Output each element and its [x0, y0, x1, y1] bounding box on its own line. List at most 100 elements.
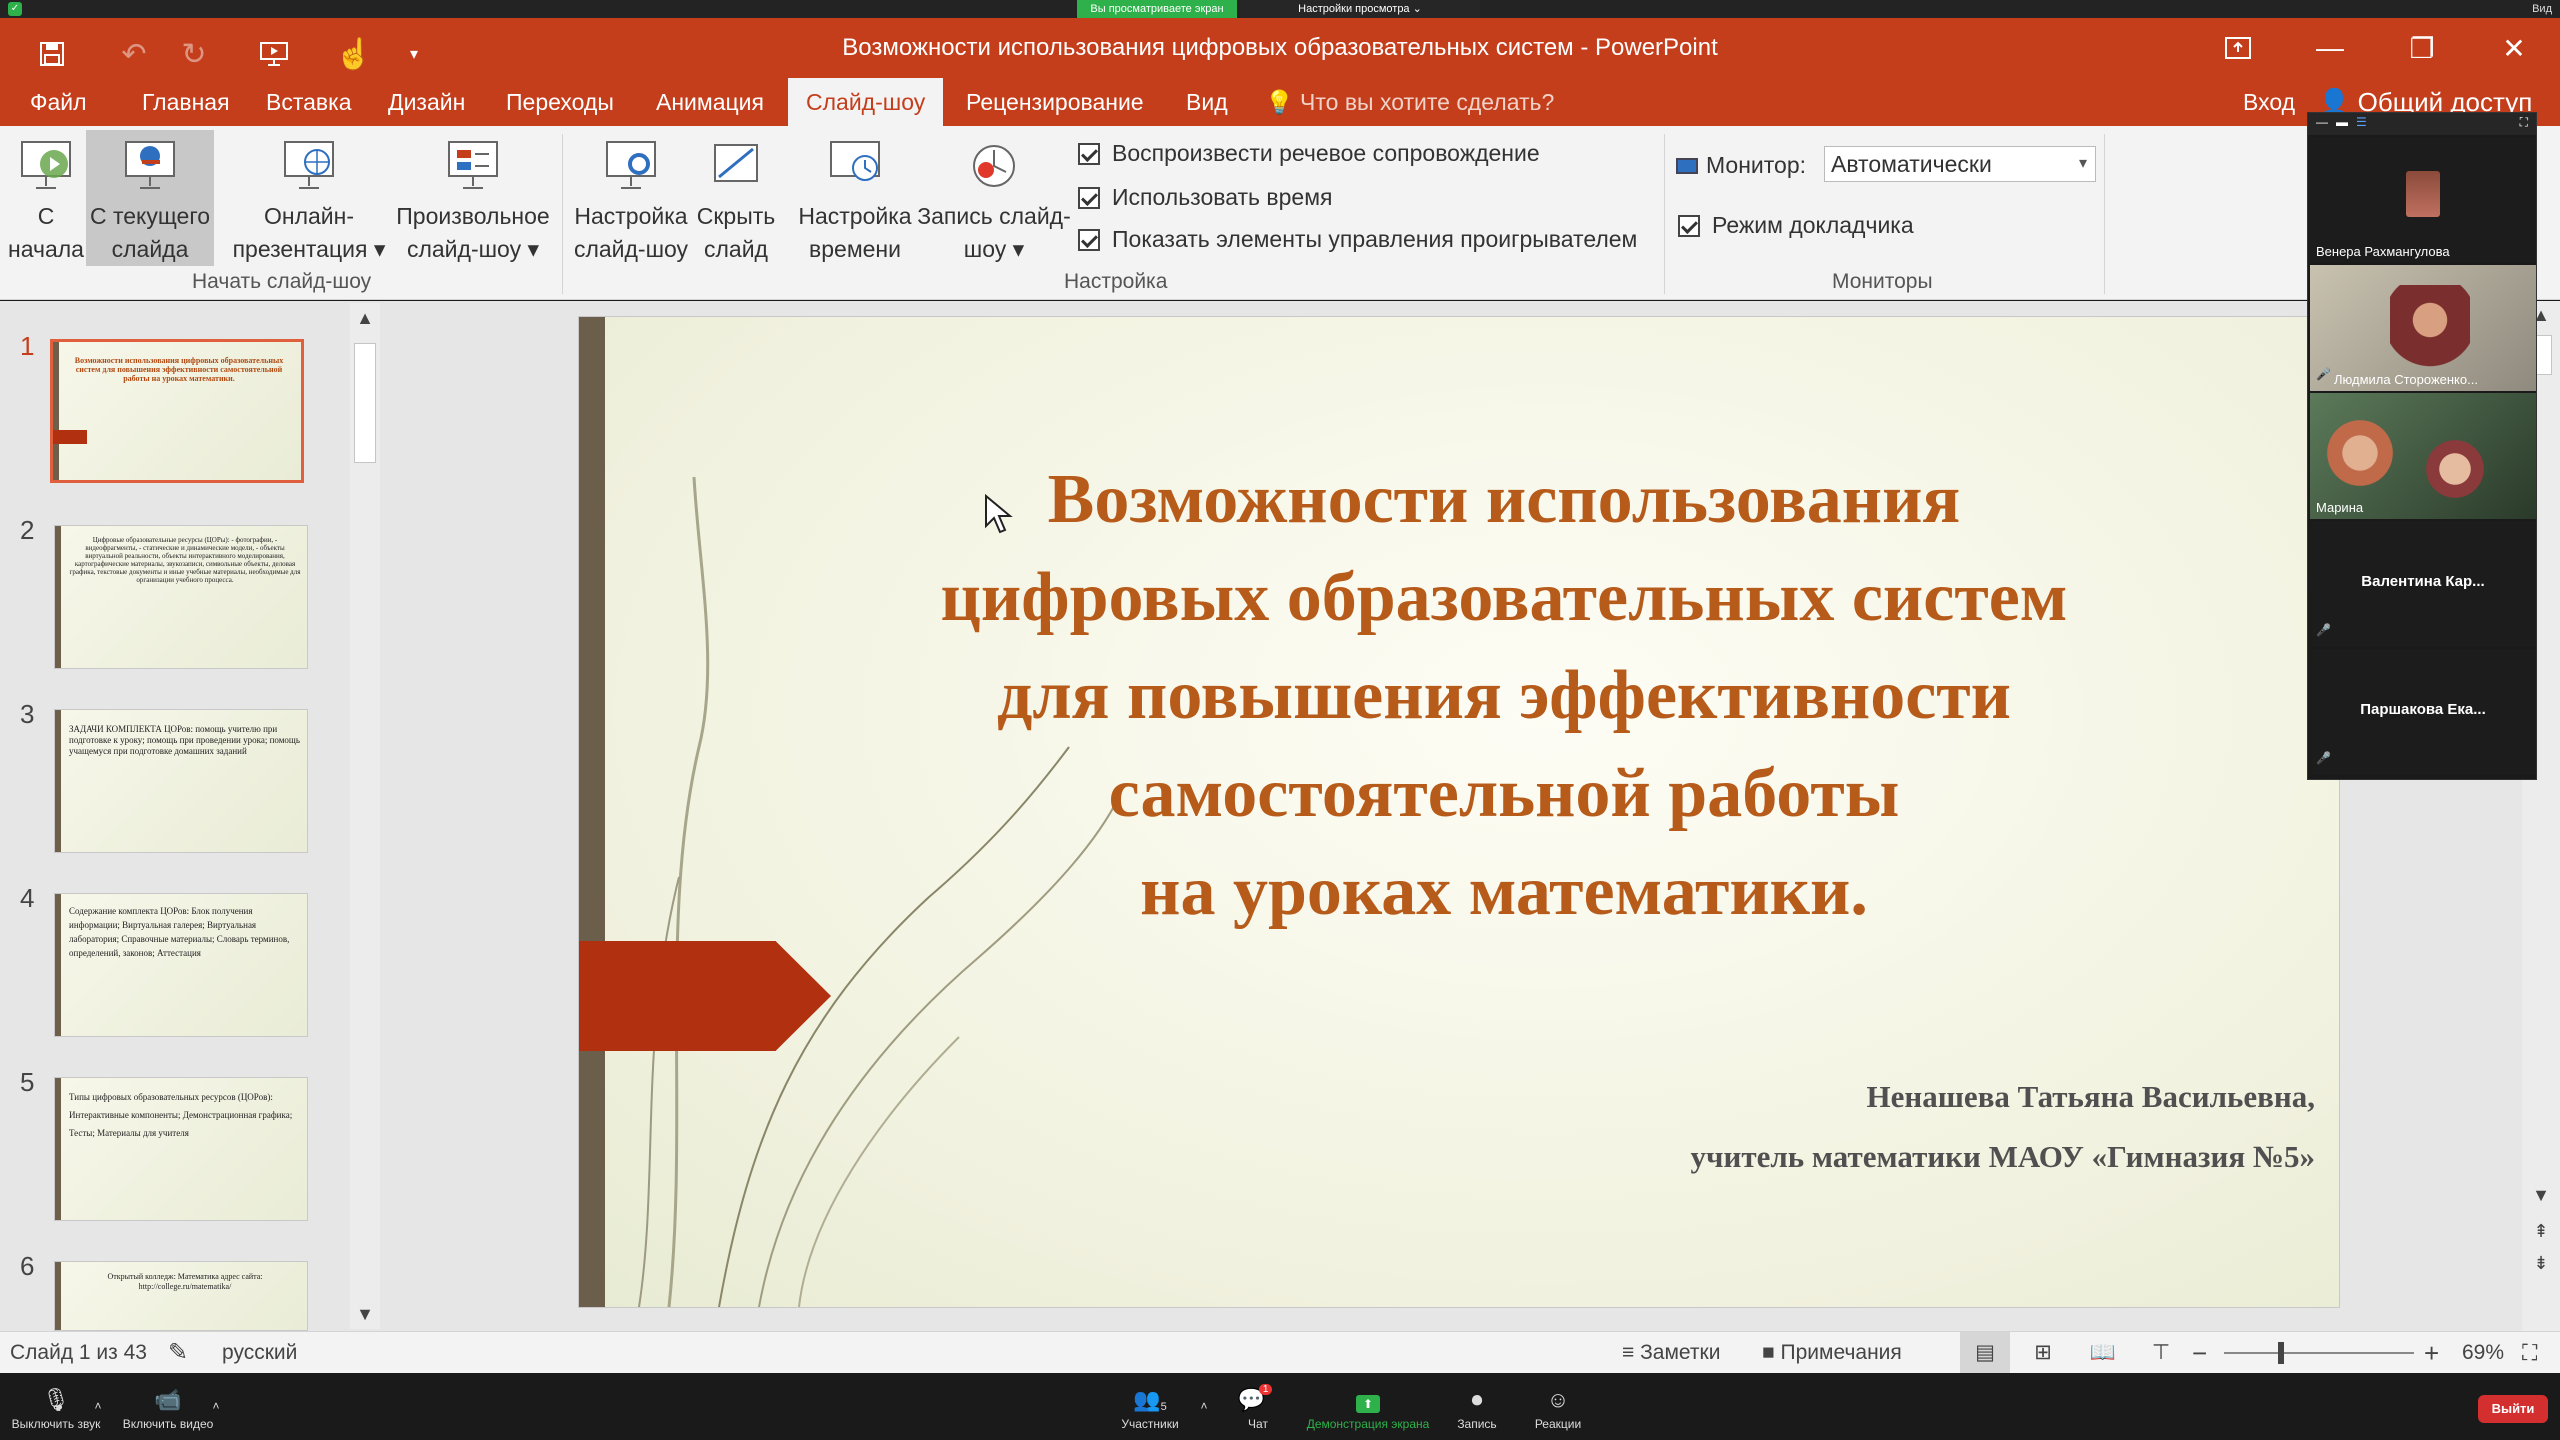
- record-slideshow-button[interactable]: Запись слайд- шоу ▾: [914, 130, 1074, 266]
- tab-home[interactable]: Главная: [124, 78, 248, 126]
- custom-slideshow-button[interactable]: Произвольное слайд-шоу ▾: [388, 130, 558, 266]
- scroll-thumb[interactable]: [354, 343, 376, 463]
- tab-design[interactable]: Дизайн: [370, 78, 483, 126]
- slide-sorter-icon[interactable]: ⊞: [2018, 1332, 2068, 1374]
- from-beginning-button[interactable]: С начала: [6, 130, 86, 266]
- slide-thumbnail-6[interactable]: Открытый колледж: Математика адрес сайта…: [54, 1261, 308, 1331]
- viewing-screen-label: Вы просматриваете экран Марина: [1077, 0, 1237, 33]
- reactions-button[interactable]: ☺ Реакции: [1528, 1373, 1588, 1440]
- gallery-toolbar: — ▬ ☰ ⛶: [2308, 113, 2536, 135]
- tab-transitions[interactable]: Переходы: [488, 78, 632, 126]
- slide-author[interactable]: Ненашева Татьяна Васильевна, учитель мат…: [1691, 1067, 2315, 1187]
- zoom-view-button[interactable]: Вид: [2532, 0, 2552, 18]
- hide-line2: слайд: [704, 236, 768, 262]
- notes-button[interactable]: ≡ Заметки: [1622, 1332, 1720, 1374]
- video-options-caret-icon[interactable]: ˄: [206, 1373, 226, 1440]
- slide-thumbnail-5[interactable]: Типы цифровых образовательных ресурсов (…: [54, 1077, 308, 1221]
- notes-label: Заметки: [1640, 1341, 1721, 1364]
- use-timings-checkbox[interactable]: Использовать время: [1078, 184, 1332, 211]
- login-button[interactable]: Вход: [2243, 78, 2295, 126]
- audio-options-caret-icon[interactable]: ˄: [88, 1373, 108, 1440]
- media-controls-checkbox[interactable]: Показать элементы управления проигрывате…: [1078, 226, 1637, 253]
- normal-view-icon[interactable]: ▤: [1960, 1332, 2010, 1374]
- monitor-icon: [1676, 157, 1698, 174]
- setup-slideshow-button[interactable]: Настройка слайд-шоу: [570, 130, 692, 266]
- thumbnails-scrollbar[interactable]: ▲ ▼: [350, 303, 380, 1329]
- next-slide-icon[interactable]: ⇟: [2522, 1253, 2560, 1274]
- tab-insert[interactable]: Вставка: [248, 78, 370, 126]
- gallery-expand-icon[interactable]: ⛶: [2520, 115, 2528, 130]
- zoom-slider[interactable]: [2224, 1342, 2414, 1364]
- ribbon-display-options-icon[interactable]: [2192, 18, 2284, 78]
- maximize-icon[interactable]: ❐: [2376, 18, 2468, 78]
- tab-animations[interactable]: Анимация: [638, 78, 782, 126]
- monitor-select[interactable]: Автоматически: [1824, 146, 2096, 182]
- hide-slide-button[interactable]: Скрыть слайд: [692, 130, 780, 266]
- thumb-number: 5: [20, 1067, 35, 1097]
- comments-button[interactable]: ■ Примечания: [1762, 1332, 1902, 1374]
- close-icon[interactable]: ✕: [2468, 18, 2560, 78]
- participants-button[interactable]: 👥 5 Участники: [1110, 1373, 1190, 1440]
- participants-caret-icon[interactable]: ˄: [1194, 1373, 1214, 1440]
- slide-title[interactable]: Возможности использования цифровых образ…: [839, 451, 2169, 941]
- participant-tile[interactable]: 🎤 Людмила Стороженко...: [2310, 265, 2536, 391]
- setup-line1: Настройка: [574, 203, 688, 229]
- tab-review[interactable]: Рецензирование: [948, 78, 1162, 126]
- rehearse-timings-button[interactable]: Настройка времени: [794, 130, 916, 266]
- online-line2: презентация ▾: [232, 236, 386, 262]
- record-button[interactable]: ⏺ Запись: [1454, 1373, 1500, 1440]
- participant-tile[interactable]: Венера Рахмангулова: [2310, 137, 2536, 263]
- thumb-arrow: [53, 430, 87, 444]
- view-options-button[interactable]: Настройки просмотра ⌄: [1240, 0, 1480, 18]
- scroll-down-icon[interactable]: ▼: [350, 1299, 380, 1329]
- zoom-level[interactable]: 69%: [2462, 1332, 2504, 1374]
- custom-show-icon: [388, 130, 558, 198]
- record-line2: шоу ▾: [963, 236, 1025, 262]
- slide-thumbnail-2[interactable]: Цифровые образовательные ресурсы (ЦОРы):…: [54, 525, 308, 669]
- current-slide[interactable]: Возможности использования цифровых образ…: [578, 316, 2340, 1308]
- reading-view-icon[interactable]: 📖: [2078, 1332, 2128, 1374]
- gallery-minimize-icon[interactable]: —: [2316, 115, 2328, 129]
- share-screen-button[interactable]: ⬆ Демонстрация экрана: [1298, 1373, 1438, 1440]
- participant-tile[interactable]: Паршакова Ека... 🎤: [2310, 649, 2536, 775]
- zoom-meeting-toolbar: 🎙 Выключить звук ˄ 📹 Включить видео ˄ 👥 5 Уч…: [0, 1373, 2560, 1440]
- play-narrations-checkbox[interactable]: Воспроизвести речевое сопровождение: [1078, 140, 1540, 167]
- scroll-up-icon[interactable]: ▲: [350, 303, 380, 333]
- participant-tile[interactable]: Валентина Кар... 🎤: [2310, 521, 2536, 647]
- participants-icon: 👥 5: [1133, 1387, 1167, 1413]
- presenter-view-checkbox[interactable]: Режим докладчика: [1678, 212, 1914, 239]
- zoom-in-icon[interactable]: +: [2424, 1332, 2439, 1374]
- slideshow-view-icon[interactable]: ⊤: [2136, 1332, 2186, 1374]
- chat-button[interactable]: 💬 1 Чат: [1238, 1373, 1278, 1440]
- gallery-view-icon[interactable]: ▬: [2336, 115, 2348, 129]
- fit-to-window-icon[interactable]: ⛶: [2522, 1332, 2537, 1374]
- checkbox-checked-icon: [1678, 214, 1700, 237]
- participant-name: Валентина Кар...: [2361, 573, 2485, 590]
- online-presentation-button[interactable]: Онлайн- презентация ▾: [226, 130, 392, 266]
- tell-me-box[interactable]: 💡 Что вы хотите сделать?: [1265, 78, 1554, 126]
- zoom-slider-knob[interactable]: [2278, 1342, 2284, 1364]
- participant-tile[interactable]: Марина: [2310, 393, 2536, 519]
- gallery-layout-icon[interactable]: ☰: [2356, 115, 2367, 129]
- language-indicator[interactable]: русский: [222, 1332, 297, 1374]
- tab-view[interactable]: Вид: [1168, 78, 1246, 126]
- leave-meeting-button[interactable]: Выйти: [2478, 1395, 2548, 1423]
- online-line1: Онлайн-: [263, 203, 354, 229]
- checkbox-checked-icon: [1078, 228, 1100, 251]
- slide-thumbnail-1[interactable]: Возможности использования цифровых образ…: [50, 339, 304, 483]
- previous-slide-icon[interactable]: ⇞: [2522, 1221, 2560, 1242]
- tab-slideshow[interactable]: Слайд-шоу: [788, 78, 944, 126]
- slide-thumbnail-4[interactable]: Содержание комплекта ЦОРов: Блок получен…: [54, 893, 308, 1037]
- video-button[interactable]: 📹 Включить видео: [118, 1373, 218, 1440]
- scroll-down-icon[interactable]: ▼: [2522, 1185, 2560, 1206]
- zoom-out-icon[interactable]: −: [2192, 1332, 2207, 1374]
- online-present-icon: [226, 130, 392, 198]
- security-shield-icon[interactable]: ✓: [8, 2, 22, 16]
- spell-check-icon[interactable]: ✎: [168, 1332, 188, 1374]
- lightbulb-icon: 💡: [1265, 89, 1294, 115]
- slide-thumbnail-3[interactable]: ЗАДАЧИ КОМПЛЕКТА ЦОРов: помощь учителю п…: [54, 709, 308, 853]
- from-current-button[interactable]: С текущего слайда: [86, 130, 214, 266]
- zoom-participant-gallery: — ▬ ☰ ⛶ Венера Рахмангулова 🎤 Людмила Ст…: [2307, 112, 2537, 780]
- minimize-icon[interactable]: —: [2284, 18, 2376, 78]
- tab-file[interactable]: Файл: [12, 78, 105, 126]
